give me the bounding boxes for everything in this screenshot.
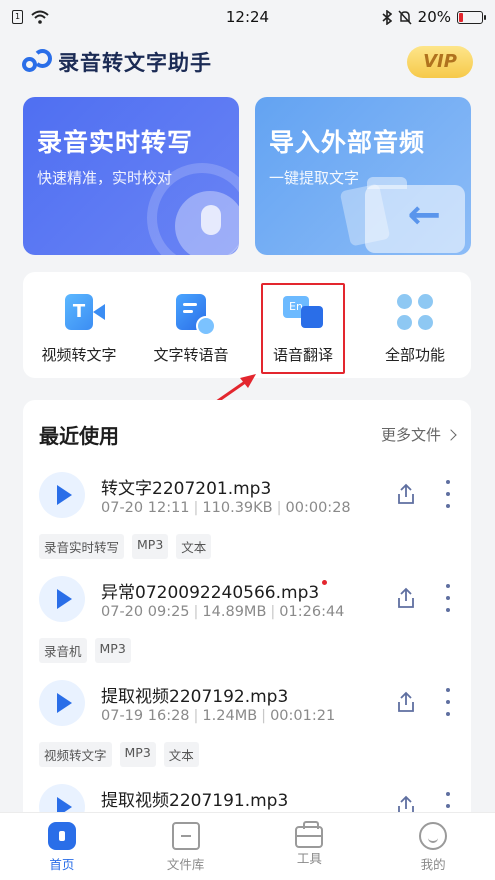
file-tag: MP3 — [119, 742, 156, 767]
nav-home[interactable]: 首页 — [0, 813, 124, 880]
bottom-nav: 首页 文件库 工具 我的 — [0, 812, 495, 880]
file-tag: 文本 — [163, 742, 199, 767]
file-date: 07-20 09:25 — [101, 604, 190, 620]
battery-icon — [457, 10, 486, 24]
text-to-speech-icon — [176, 294, 216, 336]
chevron-right-icon — [445, 428, 457, 441]
more-options-icon[interactable] — [445, 480, 451, 508]
toolbox-icon — [295, 821, 324, 848]
file-meta: 07-20 09:25 | 14.89MB | 01:26:44 — [101, 604, 345, 620]
func-video-to-text[interactable]: T 视频转文字 — [23, 272, 135, 378]
share-icon[interactable] — [395, 690, 417, 714]
app-header: 录音转文字助手 VIP — [22, 42, 473, 82]
home-icon — [47, 822, 76, 850]
bluetooth-icon — [382, 9, 392, 25]
recent-files-panel: 最近使用 更多文件 转文字2207201.mp3 07-20 12:11 | 110… — [23, 400, 471, 820]
file-item[interactable]: 转文字2207201.mp3 07-20 12:11 | 110.39KB | 00:0… — [23, 472, 471, 576]
status-time: 12:24 — [225, 8, 270, 26]
file-tag: 录音机 — [39, 638, 87, 663]
file-tag: 录音实时转写 — [39, 534, 125, 559]
realtime-transcribe-title: 录音实时转写 — [37, 128, 194, 157]
file-name: 转文字2207201.mp3 — [101, 479, 272, 499]
import-audio-card[interactable]: 导入外部音频 一键提取文字 ← — [255, 97, 471, 255]
file-name: 异常0720092240566.mp3 — [101, 578, 328, 603]
func-text-to-speech[interactable]: 文字转语音 — [135, 272, 247, 378]
battery-level — [459, 12, 464, 22]
status-left: 1 — [12, 10, 162, 24]
app-title: 录音转文字助手 — [58, 51, 212, 75]
file-tag: MP3 — [94, 638, 131, 663]
file-item[interactable]: 提取视频2207192.mp3 07-19 16:28 | 1.24MB | 00:01… — [23, 680, 471, 784]
more-options-icon[interactable] — [445, 584, 451, 612]
play-icon[interactable] — [39, 576, 85, 622]
nav-label: 首页 — [49, 857, 75, 872]
status-right: 20% — [333, 8, 486, 26]
file-tags: 录音机 MP3 — [39, 638, 131, 663]
play-icon[interactable] — [39, 472, 85, 518]
file-date: 07-19 16:28 — [101, 708, 190, 724]
nav-file-library[interactable]: 文件库 — [124, 813, 248, 880]
wifi-icon — [31, 10, 49, 24]
video-to-text-icon: T — [65, 294, 105, 330]
file-duration: 01:26:44 — [279, 604, 345, 620]
voice-translate-icon: En — [283, 294, 323, 330]
recent-title: 最近使用 — [39, 424, 119, 448]
file-size: 1.24MB — [202, 708, 258, 724]
file-item[interactable]: 异常0720092240566.mp3 07-20 09:25 | 14.89MB |… — [23, 576, 471, 680]
more-options-icon[interactable] — [445, 688, 451, 716]
play-icon[interactable] — [39, 680, 85, 726]
file-tags: 录音实时转写 MP3 文本 — [39, 534, 212, 559]
file-size: 14.89MB — [202, 604, 267, 620]
file-tags: 视频转文字 MP3 文本 — [39, 742, 199, 767]
more-files-link[interactable]: 更多文件 — [380, 424, 457, 445]
file-name: 提取视频2207192.mp3 — [101, 687, 289, 707]
file-tag: 文本 — [176, 534, 212, 559]
share-icon[interactable] — [395, 586, 417, 610]
nav-label: 我的 — [420, 857, 446, 872]
file-tag: 视频转文字 — [39, 742, 112, 767]
mute-bell-icon — [398, 9, 412, 25]
share-icon[interactable] — [395, 482, 417, 506]
import-audio-title: 导入外部音频 — [269, 128, 426, 157]
file-date: 07-20 12:11 — [101, 500, 190, 516]
file-tag: MP3 — [132, 534, 169, 559]
file-name-text: 异常0720092240566.mp3 — [101, 583, 320, 603]
file-size: 110.39KB — [202, 500, 273, 516]
file-meta: 07-19 16:28 | 1.24MB | 00:01:21 — [101, 708, 336, 724]
profile-smile-icon — [419, 822, 448, 850]
status-bar: 1 12:24 20% — [0, 0, 495, 34]
file-duration: 00:00:28 — [285, 500, 351, 516]
function-grid: T 视频转文字 文字转语音 En 语音翻译 全部功能 — [23, 272, 471, 378]
nav-tools[interactable]: 工具 — [248, 813, 372, 880]
sim-card-icon: 1 — [12, 10, 23, 24]
func-label: 视频转文字 — [41, 346, 117, 364]
file-meta: 07-20 12:11 | 110.39KB | 00:00:28 — [101, 500, 351, 516]
file-duration: 00:01:21 — [270, 708, 336, 724]
new-dot-badge — [322, 580, 328, 585]
func-label: 全部功能 — [384, 346, 445, 364]
nav-label: 文件库 — [166, 857, 205, 872]
import-arrow-icon: ← — [407, 192, 441, 238]
func-voice-translate[interactable]: En 语音翻译 — [247, 272, 359, 378]
all-functions-icon — [397, 294, 433, 330]
more-files-label: 更多文件 — [380, 426, 441, 444]
func-label: 文字转语音 — [153, 346, 229, 364]
realtime-transcribe-card[interactable]: 录音实时转写 快速精准，实时校对 — [23, 97, 239, 255]
folder-icon — [171, 822, 200, 850]
func-all-functions[interactable]: 全部功能 — [359, 272, 471, 378]
battery-percent: 20% — [417, 8, 451, 26]
recent-header: 最近使用 更多文件 — [23, 400, 471, 461]
app-logo-icon — [22, 47, 52, 77]
vip-button[interactable]: VIP — [407, 46, 473, 78]
nav-me[interactable]: 我的 — [371, 813, 495, 880]
file-name: 提取视频2207191.mp3 — [101, 791, 289, 811]
nav-label: 工具 — [296, 851, 322, 866]
func-label: 语音翻译 — [272, 346, 333, 364]
